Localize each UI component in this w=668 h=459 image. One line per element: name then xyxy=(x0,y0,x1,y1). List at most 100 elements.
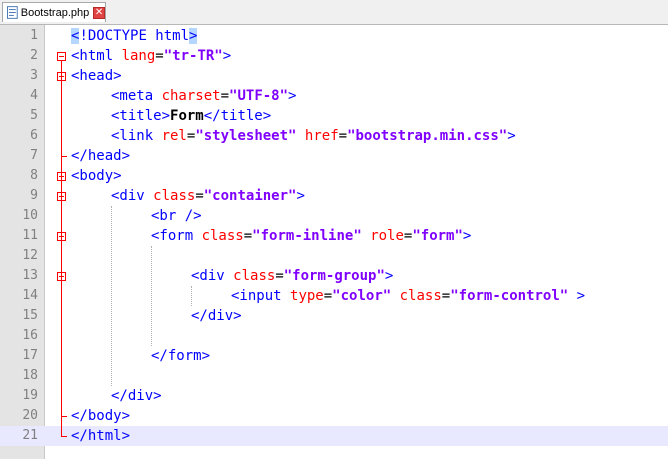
code-token: <form xyxy=(151,228,202,244)
code-text: </body> xyxy=(71,406,130,426)
tab-bootstrap-php[interactable]: Bootstrap.php ✕ xyxy=(2,2,106,22)
fold-toggle-icon[interactable] xyxy=(57,52,66,61)
line-number: 18 xyxy=(22,368,38,383)
file-icon xyxy=(7,6,18,19)
code-token: class xyxy=(399,288,442,304)
code-text: <form class="form-inline" role="form"> xyxy=(151,226,471,246)
code-token: </form> xyxy=(151,348,211,364)
code-token: type xyxy=(290,288,324,304)
code-line[interactable]: 10 <br /> xyxy=(0,206,668,226)
close-icon[interactable]: ✕ xyxy=(93,6,105,19)
code-token: > xyxy=(462,228,472,244)
tab-bar: Bootstrap.php ✕ xyxy=(0,0,668,25)
code-token: </body> xyxy=(71,408,131,424)
fold-end-marker xyxy=(61,416,67,417)
code-token: <link xyxy=(111,128,162,144)
code-line[interactable]: 12 xyxy=(0,246,668,266)
line-number: 1 xyxy=(30,28,38,43)
code-line[interactable]: 18 xyxy=(0,366,668,386)
code-text: <link rel="stylesheet" href="bootstrap.m… xyxy=(111,126,516,146)
code-token: Form xyxy=(170,108,204,124)
line-number: 19 xyxy=(22,388,38,403)
line-number: 8 xyxy=(30,168,38,183)
code-token: href xyxy=(304,128,339,144)
code-token: > xyxy=(384,268,394,284)
code-token: > xyxy=(189,28,198,44)
code-token: "form-inline" xyxy=(252,228,362,244)
code-token: </div> xyxy=(191,308,242,324)
code-line[interactable]: 7 </head> xyxy=(0,146,668,166)
code-line[interactable]: 19 </div> xyxy=(0,386,668,406)
code-token: "stylesheet" xyxy=(195,128,297,144)
fold-line xyxy=(61,61,62,436)
line-number: 20 xyxy=(22,408,38,423)
code-editor[interactable]: 1 <!DOCTYPE html> 2 <html lang="tr-TR"> 3 <he… xyxy=(0,25,668,459)
code-token: rel xyxy=(161,128,187,144)
code-token: <br /> xyxy=(151,208,202,224)
code-line[interactable]: 15 </div> xyxy=(0,306,668,326)
line-number: 16 xyxy=(22,328,38,343)
code-token: <div xyxy=(191,268,234,284)
line-number: 21 xyxy=(22,428,38,443)
code-token: "UTF-8" xyxy=(229,88,289,104)
code-line[interactable]: 9 <div class="container"> xyxy=(0,186,668,206)
code-token: "form" xyxy=(412,228,463,244)
code-token: "bootstrap.min.css" xyxy=(347,128,508,144)
line-number: 13 xyxy=(22,268,38,283)
fold-end-marker xyxy=(61,436,67,437)
code-text: </div> xyxy=(191,306,242,326)
line-number: 11 xyxy=(22,228,38,243)
code-token: role xyxy=(370,228,404,244)
code-line[interactable]: 17 </form> xyxy=(0,346,668,366)
indent-guide xyxy=(151,246,152,346)
code-line[interactable]: 2 <html lang="tr-TR"> xyxy=(0,46,668,66)
line-number: 3 xyxy=(30,68,38,83)
code-token: = xyxy=(220,88,230,104)
line-number: 12 xyxy=(22,248,38,263)
code-text: </div> xyxy=(111,386,162,406)
code-line[interactable]: 6 <link rel="stylesheet" href="bootstrap.… xyxy=(0,126,668,146)
code-token: = xyxy=(275,268,284,284)
code-line[interactable]: 8 <body> xyxy=(0,166,668,186)
code-line[interactable]: 4 <meta charset="UTF-8"> xyxy=(0,86,668,106)
code-token: lang xyxy=(121,48,156,64)
line-number: 15 xyxy=(22,308,38,323)
code-line[interactable]: 13 <div class="form-group"> xyxy=(0,266,668,286)
code-token: "container" xyxy=(203,188,297,204)
code-token: = xyxy=(155,48,164,64)
code-line[interactable]: 3 <head> xyxy=(0,66,668,86)
line-number: 6 xyxy=(30,128,38,143)
code-line[interactable]: 5 <title>Form</title> xyxy=(0,106,668,126)
code-token: > xyxy=(288,88,297,104)
line-number: 14 xyxy=(22,288,38,303)
code-token: > xyxy=(222,48,232,64)
code-line[interactable]: 14 <input type="color" class="form-contro… xyxy=(0,286,668,306)
code-token: <meta xyxy=(111,88,162,104)
code-text: <div class="container"> xyxy=(111,186,305,206)
code-text: </head> xyxy=(71,146,130,166)
indent-guide xyxy=(191,286,192,306)
code-line[interactable]: 21 </html> xyxy=(0,426,668,446)
code-text: <!DOCTYPE html> xyxy=(71,26,198,46)
code-token: "form-control" xyxy=(450,288,569,304)
tab-label: Bootstrap.php xyxy=(20,6,90,19)
code-text: </html> xyxy=(71,426,130,446)
line-number: 10 xyxy=(22,208,38,223)
code-token: class xyxy=(233,268,276,284)
code-line[interactable]: 16 xyxy=(0,326,668,346)
code-text: <div class="form-group"> xyxy=(191,266,393,286)
code-line[interactable]: 11 <form class="form-inline" role="form"> xyxy=(0,226,668,246)
code-token: charset xyxy=(161,88,221,104)
code-text: <br /> xyxy=(151,206,202,226)
code-token: </html> xyxy=(71,428,131,444)
line-number: 5 xyxy=(30,108,38,123)
code-token: > xyxy=(576,288,586,304)
code-text: <input type="color" class="form-control"… xyxy=(231,286,585,306)
code-token: <title> xyxy=(111,108,171,124)
code-line[interactable]: 20 </body> xyxy=(0,406,668,426)
code-line[interactable]: 1 <!DOCTYPE html> xyxy=(0,26,668,46)
code-text: <html lang="tr-TR"> xyxy=(71,46,231,66)
line-number: 17 xyxy=(22,348,38,363)
